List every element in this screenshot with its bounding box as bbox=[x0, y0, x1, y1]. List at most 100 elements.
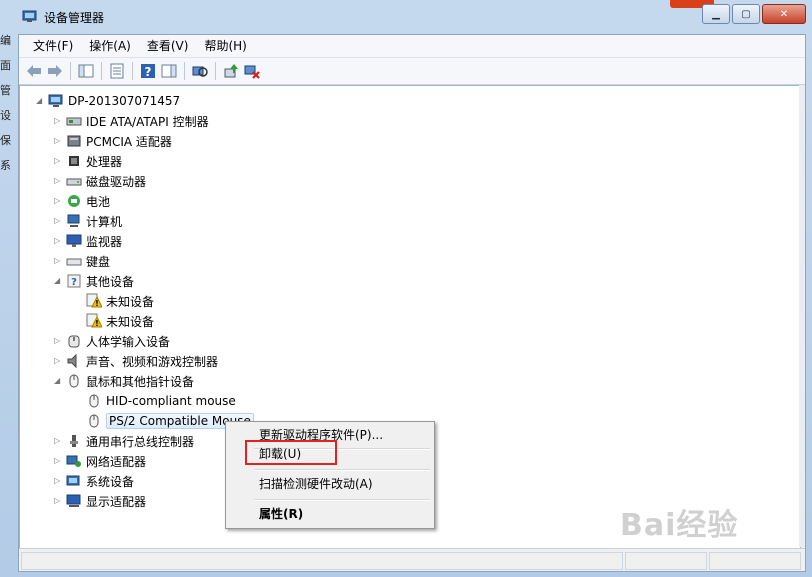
menu-bar: 文件(F) 操作(A) 查看(V) 帮助(H) bbox=[19, 35, 805, 58]
peek-text: 设 bbox=[0, 109, 11, 122]
svg-text:?: ? bbox=[71, 277, 77, 288]
status-cell bbox=[709, 552, 801, 570]
other-devices-icon: ? bbox=[66, 273, 82, 289]
tree-item-label: 未知设备 bbox=[106, 314, 155, 329]
toolbar-separator bbox=[215, 62, 216, 80]
background-window-peek: 编 面 管 设 保 系 bbox=[0, 28, 18, 188]
expand-arrow-icon[interactable]: ▷ bbox=[54, 117, 62, 125]
collapse-arrow-icon[interactable]: ◢ bbox=[36, 97, 44, 105]
uninstall-button[interactable] bbox=[243, 62, 261, 80]
tree-item[interactable]: ▷ 网络适配器 bbox=[54, 451, 147, 471]
menu-action[interactable]: 操作(A) bbox=[81, 35, 139, 57]
toolbar-separator bbox=[101, 62, 102, 80]
peek-text: 系 bbox=[0, 159, 11, 172]
expand-arrow-icon[interactable]: ▷ bbox=[54, 497, 62, 505]
tree-root[interactable]: ◢ DP-201307071457 bbox=[36, 91, 181, 111]
svg-text:?: ? bbox=[145, 65, 152, 79]
tree-item[interactable]: ▷ 监视器 bbox=[54, 231, 123, 251]
tree-item-label: 声音、视频和游戏控制器 bbox=[86, 354, 219, 369]
tree-item[interactable]: ▷ 磁盘驱动器 bbox=[54, 171, 147, 191]
expand-arrow-icon[interactable]: ▷ bbox=[54, 197, 62, 205]
tree-item-label: 通用串行总线控制器 bbox=[86, 434, 195, 449]
mouse-icon bbox=[66, 373, 82, 389]
collapse-arrow-icon[interactable]: ◢ bbox=[54, 377, 62, 385]
tree-item[interactable]: ▷ 计算机 bbox=[54, 211, 122, 231]
menu-scan-hardware[interactable]: 扫描检测硬件改动(A) bbox=[228, 473, 430, 495]
properties-button[interactable] bbox=[108, 62, 126, 80]
toolbar-separator bbox=[70, 62, 71, 80]
keyboard-icon bbox=[66, 253, 82, 269]
tree-item[interactable]: ▷ 系统设备 bbox=[54, 471, 135, 491]
tree-child-item[interactable]: ! 未知设备 bbox=[86, 291, 154, 311]
tree-item-label: IDE ATA/ATAPI 控制器 bbox=[86, 114, 209, 129]
context-menu: 更新驱动程序软件(P)... 卸载(U) 扫描检测硬件改动(A) 属性(R) bbox=[225, 421, 435, 529]
hid-icon bbox=[66, 333, 82, 349]
disk-drive-icon bbox=[66, 173, 82, 189]
back-button[interactable] bbox=[25, 62, 43, 80]
title-bar[interactable]: 设备管理器 ▁ ▢ ✕ bbox=[0, 0, 812, 32]
tree-item-label: 其他设备 bbox=[86, 274, 135, 289]
tree-item-label: 网络适配器 bbox=[86, 454, 147, 469]
expand-arrow-icon[interactable]: ▷ bbox=[54, 137, 62, 145]
tree-item[interactable]: ▷ 处理器 bbox=[54, 151, 122, 171]
tree-item-label: DP-201307071457 bbox=[68, 94, 181, 108]
menu-separator bbox=[254, 469, 430, 471]
expand-arrow-icon[interactable]: ▷ bbox=[54, 437, 62, 445]
forward-arrow-icon bbox=[48, 65, 62, 77]
vertical-scrollbar[interactable] bbox=[799, 85, 805, 547]
device-manager-icon bbox=[22, 8, 38, 24]
maximize-button[interactable]: ▢ bbox=[732, 4, 760, 24]
tree-child-item[interactable]: ! 未知设备 bbox=[86, 311, 154, 331]
tree-item[interactable]: ▷ 声音、视频和游戏控制器 bbox=[54, 351, 219, 371]
expand-arrow-icon[interactable]: ▷ bbox=[54, 257, 62, 265]
tree-item[interactable]: ◢ 鼠标和其他指针设备 bbox=[54, 371, 194, 391]
tree-item[interactable]: ▷ PCMCIA 适配器 bbox=[54, 131, 172, 151]
show-action-pane-button[interactable] bbox=[160, 62, 178, 80]
help-icon: ? bbox=[141, 64, 155, 79]
computer-root-icon bbox=[48, 93, 64, 109]
status-bar bbox=[19, 548, 805, 571]
show-hide-tree-button[interactable] bbox=[77, 62, 95, 80]
expand-arrow-icon[interactable]: ▷ bbox=[54, 457, 62, 465]
update-driver-button[interactable] bbox=[222, 62, 240, 80]
menu-properties[interactable]: 属性(R) bbox=[228, 503, 430, 525]
back-arrow-icon bbox=[27, 65, 41, 77]
menu-file[interactable]: 文件(F) bbox=[25, 35, 81, 57]
tree-item[interactable]: ▷ 电池 bbox=[54, 191, 111, 211]
scan-hardware-button[interactable] bbox=[191, 62, 209, 80]
expand-arrow-icon[interactable]: ▷ bbox=[54, 177, 62, 185]
close-button[interactable]: ✕ bbox=[762, 4, 806, 24]
tree-item[interactable]: ▷ IDE ATA/ATAPI 控制器 bbox=[54, 111, 209, 131]
expand-arrow-icon[interactable]: ▷ bbox=[54, 157, 62, 165]
highlight-box bbox=[245, 440, 337, 465]
uninstall-icon bbox=[244, 65, 260, 79]
menu-view[interactable]: 查看(V) bbox=[139, 35, 197, 57]
menu-help[interactable]: 帮助(H) bbox=[196, 35, 254, 57]
tree-item-label: 系统设备 bbox=[86, 474, 135, 489]
tree-item[interactable]: ▷ 键盘 bbox=[54, 251, 111, 271]
peek-text: 面 bbox=[0, 59, 11, 72]
collapse-arrow-icon[interactable]: ◢ bbox=[54, 277, 62, 285]
tree-item-label: 监视器 bbox=[86, 234, 123, 249]
tree-item-label: 电池 bbox=[86, 194, 111, 209]
expand-arrow-icon[interactable]: ▷ bbox=[54, 357, 62, 365]
minimize-button[interactable]: ▁ bbox=[702, 4, 730, 24]
mouse-icon bbox=[86, 393, 102, 409]
forward-button[interactable] bbox=[46, 62, 64, 80]
expand-arrow-icon[interactable]: ▷ bbox=[54, 477, 62, 485]
help-button[interactable]: ? bbox=[139, 62, 157, 80]
tree-item-label: 磁盘驱动器 bbox=[86, 174, 147, 189]
unknown-device-warning-icon: ! bbox=[86, 313, 103, 329]
expand-arrow-icon[interactable]: ▷ bbox=[54, 337, 62, 345]
expand-arrow-icon[interactable]: ▷ bbox=[54, 217, 62, 225]
expand-arrow-icon[interactable]: ▷ bbox=[54, 237, 62, 245]
tree-item[interactable]: ▷ 人体学输入设备 bbox=[54, 331, 170, 351]
toolbar-separator bbox=[132, 62, 133, 80]
tree-item[interactable]: ◢? 其他设备 bbox=[54, 271, 135, 291]
tree-child-item[interactable]: HID-compliant mouse bbox=[86, 391, 236, 411]
action-pane-icon bbox=[161, 64, 177, 78]
tree-item[interactable]: ▷ 显示适配器 bbox=[54, 491, 146, 511]
tree-item[interactable]: ▷ 通用串行总线控制器 bbox=[54, 431, 195, 451]
window-title: 设备管理器 bbox=[44, 11, 105, 25]
tree-item-label: 键盘 bbox=[86, 254, 111, 269]
